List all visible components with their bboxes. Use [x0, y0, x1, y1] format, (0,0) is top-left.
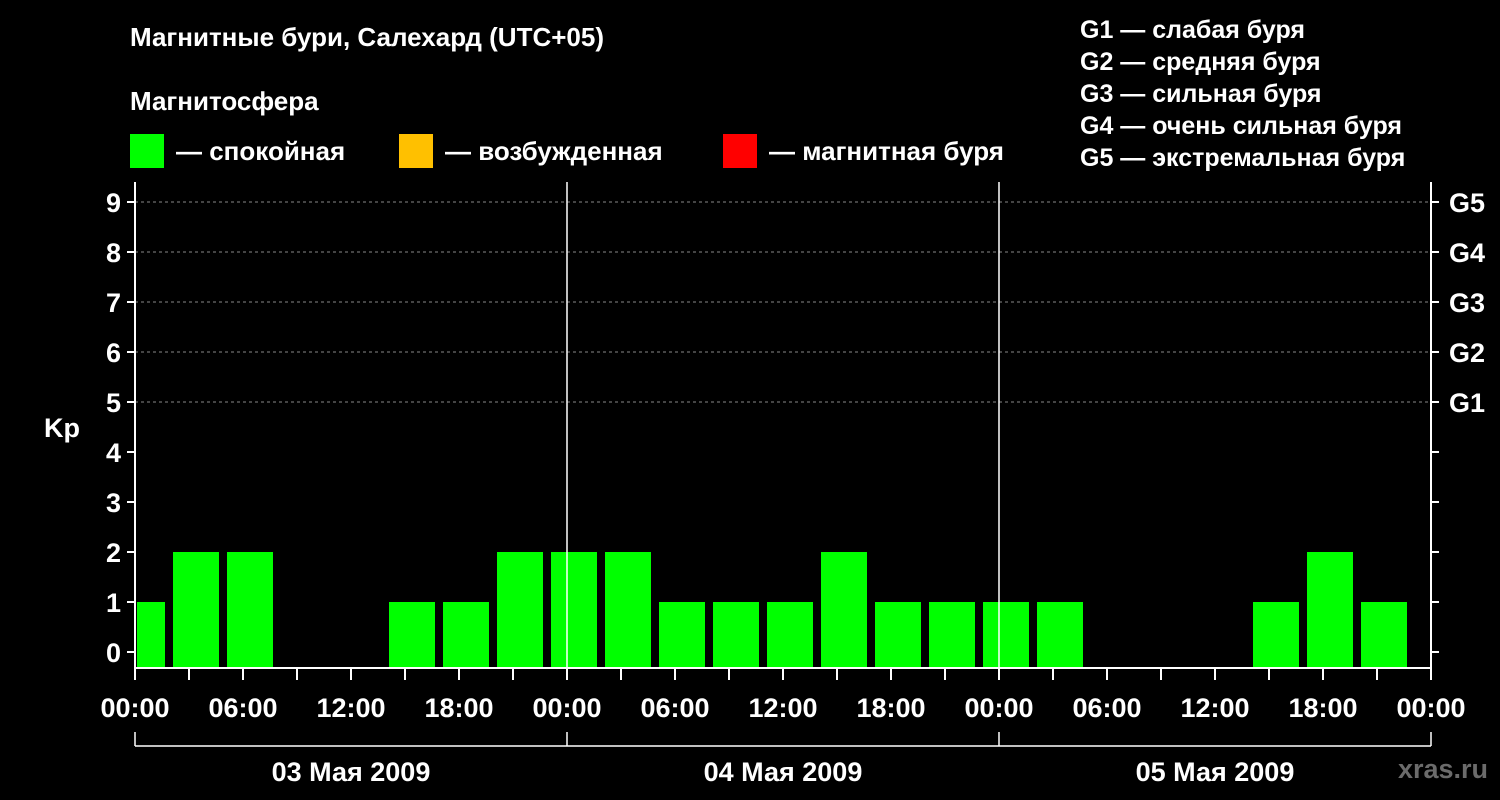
- x-tick-label: 00:00: [100, 693, 169, 723]
- kp-bar: [389, 602, 435, 667]
- kp-bar: [713, 602, 759, 667]
- y-tick-label: 5: [106, 388, 121, 418]
- y-tick-label: 9: [106, 188, 121, 218]
- kp-bar: [137, 602, 165, 667]
- kp-bar: [983, 602, 1029, 667]
- x-tick-label: 00:00: [964, 693, 1033, 723]
- kp-bar: [551, 552, 597, 667]
- y-tick-label: 1: [106, 588, 121, 618]
- x-tick-label: 00:00: [1396, 693, 1465, 723]
- right-axis-label-G3: G3: [1449, 288, 1485, 318]
- kp-bar: [929, 602, 975, 667]
- kp-bar: [1253, 602, 1299, 667]
- x-tick-label: 06:00: [208, 693, 277, 723]
- x-tick-label: 18:00: [856, 693, 925, 723]
- day-label: 05 Мая 2009: [1136, 757, 1295, 787]
- kp-bar: [875, 602, 921, 667]
- x-tick-label: 18:00: [424, 693, 493, 723]
- day-label: 03 Мая 2009: [272, 757, 431, 787]
- right-axis-label-G4: G4: [1449, 238, 1485, 268]
- x-tick-label: 00:00: [532, 693, 601, 723]
- kp-bar: [173, 552, 219, 667]
- y-tick-label: 3: [106, 488, 121, 518]
- x-tick-label: 12:00: [316, 693, 385, 723]
- y-tick-label: 7: [106, 288, 121, 318]
- x-tick-label: 12:00: [748, 693, 817, 723]
- y-axis-label: Kp: [44, 413, 80, 443]
- kp-bar: [227, 552, 273, 667]
- kp-bar: [1037, 602, 1083, 667]
- kp-bar: [659, 602, 705, 667]
- kp-bar: [605, 552, 651, 667]
- x-tick-label: 12:00: [1180, 693, 1249, 723]
- x-tick-label: 06:00: [640, 693, 709, 723]
- right-axis-label-G2: G2: [1449, 338, 1485, 368]
- y-tick-label: 8: [106, 238, 121, 268]
- y-tick-label: 2: [106, 538, 121, 568]
- y-tick-label: 6: [106, 338, 121, 368]
- y-tick-label: 0: [106, 638, 121, 668]
- day-label: 04 Мая 2009: [704, 757, 863, 787]
- y-tick-label: 4: [106, 438, 121, 468]
- right-axis-label-G5: G5: [1449, 188, 1485, 218]
- watermark: xras.ru: [1397, 754, 1488, 784]
- right-axis-label-G1: G1: [1449, 388, 1485, 418]
- kp-bar: [767, 602, 813, 667]
- kp-bar: [497, 552, 543, 667]
- x-tick-label: 18:00: [1288, 693, 1357, 723]
- kp-bar: [1307, 552, 1353, 667]
- kp-bar: [821, 552, 867, 667]
- x-tick-label: 06:00: [1072, 693, 1141, 723]
- kp-bar: [443, 602, 489, 667]
- kp-bar-chart: 0 1 2 3 4 5 6 7 8 9 Kp G1 G2 G3 G4 G5 00:00 06:00 12:00 18:…: [44, 182, 1485, 787]
- kp-bar: [1361, 602, 1407, 667]
